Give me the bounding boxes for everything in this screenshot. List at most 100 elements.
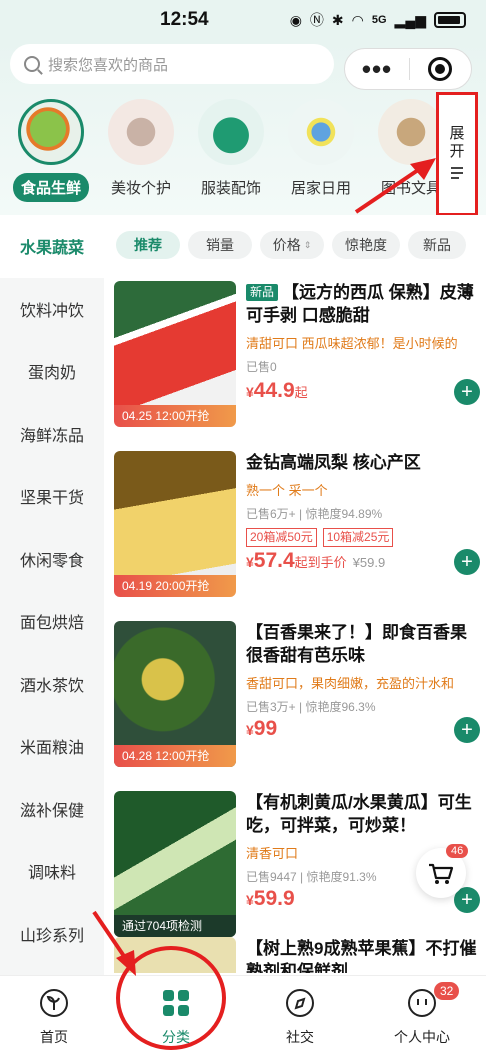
sidebar-item-seasoning[interactable]: 调味料 [0,840,104,903]
product-stats: 已售6万+ | 惊艳度94.89% [246,507,383,521]
search-icon [24,56,40,72]
currency: ¥ [246,384,254,400]
product-title: 金钻高端凤梨 核心产区 [246,453,421,472]
category-label: 服装配饰 [200,180,261,197]
nav-profile[interactable]: 32 个人中心 [362,982,482,1047]
sidebar-item-bakery[interactable]: 面包烘焙 [0,590,104,653]
more-button[interactable]: ••• [345,56,409,82]
detergent-bottle-icon [288,99,354,165]
currency: ¥ [246,892,254,908]
category-sidebar: 水果蔬菜 饮料冲饮 蛋肉奶 海鲜冻品 坚果干货 休闲零食 面包烘焙 酒水茶饮 米… [0,215,104,975]
tab-new[interactable]: 新品 [408,231,466,259]
product-score: 惊艳度94.89% [305,507,383,521]
cart-count-badge: 46 [446,844,469,858]
face-icon [408,989,436,1017]
close-target-button[interactable] [428,57,452,81]
product-title: 【有机刺黄瓜/水果黄瓜】可生吃，可拌菜，可炒菜！ [246,793,472,835]
product-title-text: 【远方的西瓜 保熟】皮薄可手剥 口感脆甜 [246,283,474,325]
sidebar-item-seafood[interactable]: 海鲜冻品 [0,403,104,466]
product-price: ¥59.9 [246,887,295,911]
product-card[interactable]: 04.28 12:00开抢 【百香果来了！】即食百香果 很香甜有芭乐味 香甜可口… [114,613,486,768]
sidebar-item-mountain[interactable]: 山珍系列 [0,903,104,966]
add-to-cart-button[interactable]: + [454,549,480,575]
product-subtitle: 熟一个 采一个 [246,483,328,498]
sale-time-tag: 04.19 20:00开抢 [114,575,236,597]
product-sold: 已售9447 [246,870,297,884]
add-to-cart-button[interactable]: + [454,379,480,405]
product-price: ¥44.9起 [246,379,308,403]
currency: ¥ [246,722,254,738]
tab-price[interactable]: 价格 ⇕ [260,231,324,259]
nav-home[interactable]: 首页 [0,988,114,1047]
coupon-badge: 20箱减50元 [246,528,317,547]
sidebar-item-eggs-meat-milk[interactable]: 蛋肉奶 [0,340,104,403]
sidebar-item-nuts[interactable]: 坚果干货 [0,465,104,528]
sidebar-item-drinks[interactable]: 饮料冲饮 [0,278,104,341]
tab-sales[interactable]: 销量 [188,231,252,259]
add-to-cart-button[interactable]: + [454,717,480,743]
category-bar: 食品生鲜 美妆个护 服装配饰 居家日用 图书文具 [0,95,444,205]
sale-time-tag: 04.25 12:00开抢 [114,405,236,427]
expand-categories-button[interactable]: 展开 [436,92,478,216]
sidebar-item-grain-oil[interactable]: 米面粮油 [0,715,104,778]
compass-icon [286,989,314,1017]
category-household[interactable]: 居家日用 [276,95,366,198]
product-card[interactable]: 【树上熟9成熟苹果蕉】不打催熟剂和保鲜剂 [114,929,486,973]
product-info: 新品 【远方的西瓜 保熟】皮薄可手剥 口感脆甜 清甜可口 西瓜味超浓郁！是小时候的… [246,281,478,375]
product-info: 【树上熟9成熟苹果蕉】不打催熟剂和保鲜剂 [246,937,478,973]
bottom-navigation: 首页 分类 社交 32 个人中心 [0,975,486,1053]
product-image-passion-fruit: 04.28 12:00开抢 [114,621,236,767]
category-fresh-food[interactable]: 食品生鲜 [6,95,96,202]
product-title: 【树上熟9成熟苹果蕉】不打催熟剂和保鲜剂 [246,939,477,973]
category-label: 美妆个护 [110,180,171,197]
price-suffix: 起 [294,385,308,400]
price-value: 99 [253,717,278,740]
product-image-watermelon: 04.25 12:00开抢 [114,281,236,427]
new-badge: 新品 [246,284,279,301]
sidebar-item-health[interactable]: 滋补保健 [0,778,104,841]
product-sold: 已售0 [246,360,277,374]
product-image-banana [114,937,236,973]
header: 搜索您喜欢的商品 ••• 食品生鲜 美妆个护 服装配饰 居家日用 图书文具 [0,40,486,215]
sidebar-item-liquor-tea[interactable]: 酒水茶饮 [0,653,104,716]
category-beauty[interactable]: 美妆个护 [96,95,186,198]
category-label: 食品生鲜 [12,173,89,202]
coupon-badge: 10箱减25元 [322,528,394,547]
price-suffix: 起到手价 [294,555,347,570]
product-card[interactable]: 04.25 12:00开抢 新品 【远方的西瓜 保熟】皮薄可手剥 口感脆甜 清甜可… [114,273,486,428]
product-title: 新品 【远方的西瓜 保熟】皮薄可手剥 口感脆甜 [246,281,478,327]
currency: ¥ [246,554,254,570]
books-icon [378,99,444,165]
sort-arrows-icon: ⇕ [303,239,312,250]
nav-social[interactable]: 社交 [240,988,360,1047]
search-input[interactable]: 搜索您喜欢的商品 [10,44,334,84]
category-clothing[interactable]: 服装配饰 [186,95,276,198]
status-time: 12:54 [160,9,209,30]
nav-category[interactable]: 分类 [116,988,236,1047]
cosmetics-icon [108,99,174,165]
mini-program-capsule: ••• [344,48,472,90]
cart-button[interactable]: 46 [416,844,469,898]
product-card[interactable]: 04.19 20:00开抢 金钻高端凤梨 核心产区 熟一个 采一个 已售6万+ … [114,443,486,598]
price-value: 44.9 [253,379,295,402]
category-label: 居家日用 [290,180,351,197]
bluetooth-icon: ✱ [331,11,344,28]
nav-social-label: 社交 [286,1029,314,1045]
expand-label: 展开 [449,125,465,160]
product-stats: 已售3万+ | 惊艳度96.3% [246,700,376,714]
network-label: 5G [371,14,387,26]
sidebar-item-snacks[interactable]: 休闲零食 [0,528,104,591]
price-value: 57.4 [253,549,295,572]
lettuce-icon [18,99,84,165]
nav-home-label: 首页 [40,1029,68,1045]
status-bar: 12:54 ◉ Ⓝ ✱ ◠ 5G ▂▄▆ [0,0,486,40]
search-placeholder: 搜索您喜欢的商品 [48,56,169,74]
product-score: 惊艳度91.3% [306,870,377,884]
tab-price-label: 价格 [272,237,301,253]
price-value: 59.9 [253,887,295,910]
tab-recommend[interactable]: 推荐 [116,231,180,259]
product-image-pineapple: 04.19 20:00开抢 [114,451,236,597]
tab-amazing-score[interactable]: 惊艳度 [332,231,400,259]
eye-icon: ◉ [289,11,302,28]
sidebar-item-fruits-vegetables[interactable]: 水果蔬菜 [0,215,104,278]
